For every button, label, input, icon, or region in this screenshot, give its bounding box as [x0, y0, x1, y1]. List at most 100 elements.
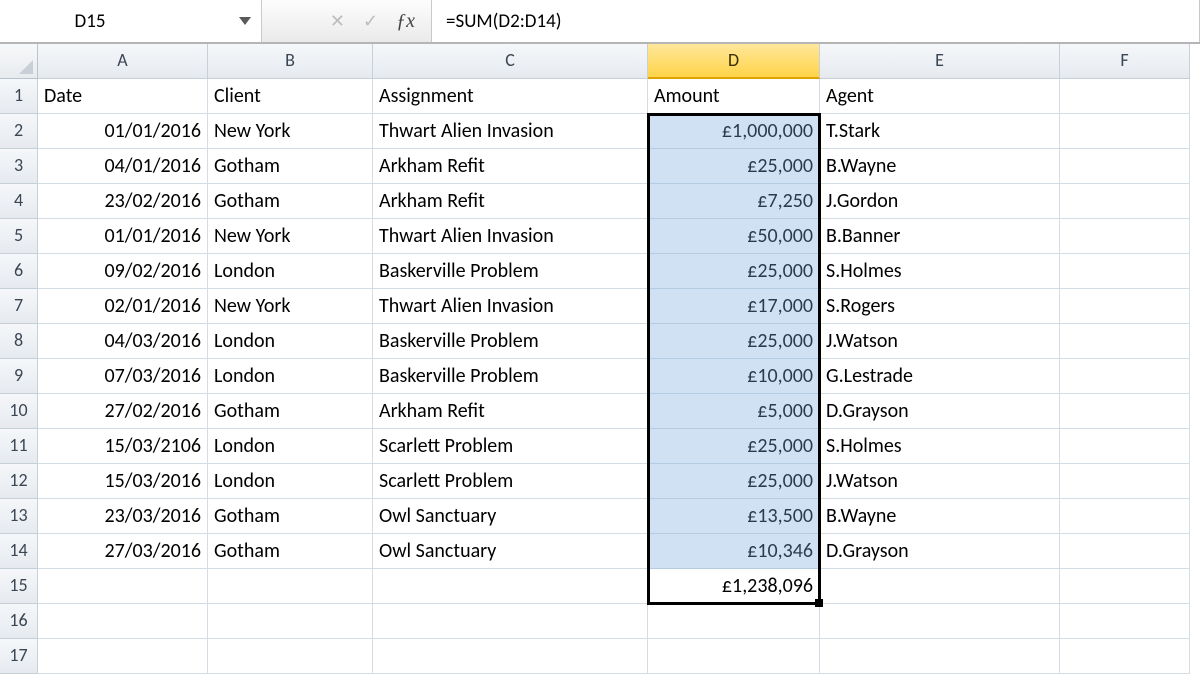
cell[interactable]: £7,250 — [648, 184, 820, 219]
row-header-16[interactable]: 16 — [0, 604, 38, 639]
cell[interactable] — [1060, 464, 1190, 499]
cell[interactable]: B.Banner — [820, 219, 1060, 254]
cell[interactable]: Gotham — [208, 184, 373, 219]
row-header-11[interactable]: 11 — [0, 429, 38, 464]
cell[interactable]: £25,000 — [648, 324, 820, 359]
cell[interactable]: Scarlett Problem — [373, 464, 648, 499]
cell[interactable]: D.Grayson — [820, 394, 1060, 429]
cell[interactable]: 04/01/2016 — [38, 149, 208, 184]
cell[interactable]: J.Gordon — [820, 184, 1060, 219]
row-header-8[interactable]: 8 — [0, 324, 38, 359]
cell[interactable] — [820, 639, 1060, 674]
cell[interactable]: Baskerville Problem — [373, 254, 648, 289]
cell[interactable]: 27/02/2016 — [38, 394, 208, 429]
row-header-12[interactable]: 12 — [0, 464, 38, 499]
row-header-15[interactable]: 15 — [0, 569, 38, 604]
cell[interactable] — [38, 569, 208, 604]
row-header-5[interactable]: 5 — [0, 219, 38, 254]
column-header-E[interactable]: E — [820, 44, 1060, 79]
cell[interactable]: T.Stark — [820, 114, 1060, 149]
cell[interactable] — [1060, 114, 1190, 149]
row-header-7[interactable]: 7 — [0, 289, 38, 324]
cell[interactable]: S.Holmes — [820, 254, 1060, 289]
cell[interactable]: Thwart Alien Invasion — [373, 219, 648, 254]
row-header-10[interactable]: 10 — [0, 394, 38, 429]
cell[interactable] — [1060, 184, 1190, 219]
name-box-dropdown-icon[interactable] — [239, 17, 251, 25]
cell[interactable] — [1060, 149, 1190, 184]
cell[interactable]: £10,000 — [648, 359, 820, 394]
cell[interactable]: 01/01/2016 — [38, 219, 208, 254]
row-header-13[interactable]: 13 — [0, 499, 38, 534]
cell[interactable] — [1060, 394, 1190, 429]
cell[interactable]: £5,000 — [648, 394, 820, 429]
cell[interactable] — [1060, 604, 1190, 639]
cell[interactable]: £17,000 — [648, 289, 820, 324]
column-header-A[interactable]: A — [38, 44, 208, 79]
cell[interactable] — [1060, 79, 1190, 114]
cell[interactable] — [1060, 324, 1190, 359]
cell[interactable]: 27/03/2016 — [38, 534, 208, 569]
cell[interactable]: Arkham Refit — [373, 184, 648, 219]
cell[interactable]: London — [208, 324, 373, 359]
row-header-9[interactable]: 9 — [0, 359, 38, 394]
cell[interactable]: New York — [208, 289, 373, 324]
cell[interactable]: 23/03/2016 — [38, 499, 208, 534]
cell[interactable]: £10,346 — [648, 534, 820, 569]
cell[interactable]: 07/03/2016 — [38, 359, 208, 394]
cell[interactable]: New York — [208, 219, 373, 254]
row-header-1[interactable]: 1 — [0, 79, 38, 114]
cell[interactable]: 23/02/2016 — [38, 184, 208, 219]
cell[interactable]: Date — [38, 79, 208, 114]
row-header-17[interactable]: 17 — [0, 639, 38, 674]
cell[interactable] — [38, 604, 208, 639]
cell[interactable]: £25,000 — [648, 429, 820, 464]
cell[interactable]: S.Holmes — [820, 429, 1060, 464]
cell[interactable] — [1060, 254, 1190, 289]
cell[interactable]: J.Watson — [820, 324, 1060, 359]
cell[interactable] — [208, 604, 373, 639]
cell[interactable]: 04/03/2016 — [38, 324, 208, 359]
cell[interactable] — [1060, 429, 1190, 464]
cell[interactable]: Thwart Alien Invasion — [373, 289, 648, 324]
select-all-corner[interactable] — [0, 44, 38, 79]
name-box[interactable] — [0, 6, 180, 37]
cell[interactable]: Gotham — [208, 149, 373, 184]
cell[interactable]: £13,500 — [648, 499, 820, 534]
cell[interactable]: Agent — [820, 79, 1060, 114]
cell[interactable] — [1060, 569, 1190, 604]
cell[interactable]: Arkham Refit — [373, 149, 648, 184]
cell[interactable] — [648, 639, 820, 674]
cell[interactable]: London — [208, 359, 373, 394]
cell[interactable] — [820, 569, 1060, 604]
cell[interactable]: 15/03/2106 — [38, 429, 208, 464]
cell[interactable]: Amount — [648, 79, 820, 114]
cell-grid[interactable]: DateClientAssignmentAmountAgent01/01/201… — [38, 79, 1190, 674]
cell[interactable] — [373, 604, 648, 639]
cell[interactable]: 02/01/2016 — [38, 289, 208, 324]
cell[interactable] — [373, 639, 648, 674]
cell[interactable] — [1060, 534, 1190, 569]
cell[interactable]: £25,000 — [648, 254, 820, 289]
cell[interactable]: London — [208, 254, 373, 289]
cell[interactable]: G.Lestrade — [820, 359, 1060, 394]
cell[interactable]: Thwart Alien Invasion — [373, 114, 648, 149]
cell[interactable]: £25,000 — [648, 149, 820, 184]
cell[interactable]: Scarlett Problem — [373, 429, 648, 464]
cell[interactable]: B.Wayne — [820, 499, 1060, 534]
row-header-14[interactable]: 14 — [0, 534, 38, 569]
cell[interactable]: S.Rogers — [820, 289, 1060, 324]
cell[interactable]: Gotham — [208, 534, 373, 569]
cell[interactable] — [648, 604, 820, 639]
column-header-D[interactable]: D — [648, 44, 820, 79]
cell[interactable]: Owl Sanctuary — [373, 534, 648, 569]
cell[interactable]: £25,000 — [648, 464, 820, 499]
cell[interactable]: New York — [208, 114, 373, 149]
cell[interactable]: Gotham — [208, 394, 373, 429]
cell[interactable] — [820, 604, 1060, 639]
row-header-3[interactable]: 3 — [0, 149, 38, 184]
cell[interactable]: Baskerville Problem — [373, 324, 648, 359]
cell[interactable] — [208, 569, 373, 604]
cell[interactable]: £50,000 — [648, 219, 820, 254]
cell[interactable]: Baskerville Problem — [373, 359, 648, 394]
